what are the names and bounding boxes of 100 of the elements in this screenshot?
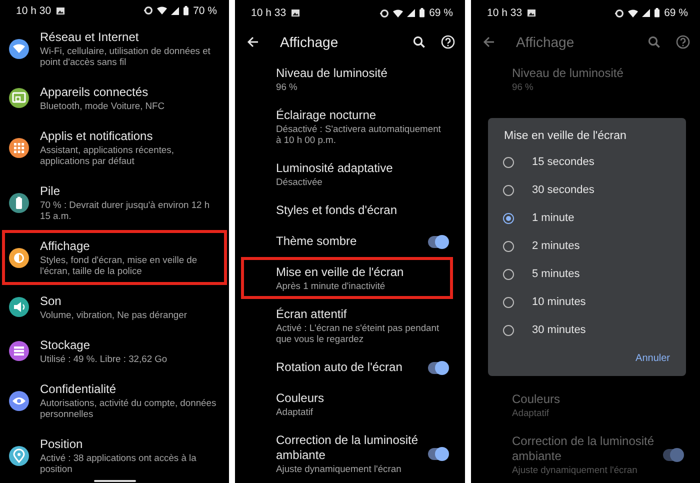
settings-item[interactable]: Couleurs Adaptatif <box>477 384 688 426</box>
item-title: Correction de la luminosité ambiante <box>512 434 655 464</box>
item-subtitle: Activé : 38 applications ont accès à la position <box>40 452 198 474</box>
battery-icon <box>419 8 426 18</box>
settings-item[interactable]: Applis et notifications Assistant, applications récentes, applications par défaut <box>2 120 227 175</box>
settings-item[interactable]: Affichage Styles, fond d'écran, mise en veille de l'écran, taille de la police <box>2 230 227 285</box>
battery-icon <box>183 6 190 16</box>
data-saver-icon <box>615 8 624 18</box>
item-title: Styles et fonds d'écran <box>276 203 398 218</box>
status-time: 10 h 30 <box>16 4 52 16</box>
settings-item[interactable]: Styles et fonds d'écran <box>241 195 453 226</box>
option-label[interactable]: 30 minutes <box>532 324 586 336</box>
radio-button[interactable] <box>503 296 514 308</box>
toggle-switch[interactable] <box>428 448 448 460</box>
screen-title: Affichage <box>516 34 576 50</box>
item-title: Mise en veille de l'écran <box>276 265 405 280</box>
signal-icon <box>407 9 416 17</box>
option-label[interactable]: 30 secondes <box>532 184 594 196</box>
image-icon <box>527 9 536 17</box>
option-label[interactable]: 2 minutes <box>532 240 580 252</box>
radio-button[interactable] <box>503 268 514 280</box>
settings-item[interactable]: Son Volume, vibration, Ne pas déranger <box>2 285 227 329</box>
wifi-icon <box>628 8 638 18</box>
settings-item[interactable]: Luminosité adaptative Désactivée <box>241 153 453 195</box>
option-label[interactable]: 15 secondes <box>532 156 594 168</box>
settings-item[interactable]: Appareils connectés Bluetooth, mode Voiture, NFC <box>2 76 227 120</box>
toggle-switch[interactable] <box>428 362 448 374</box>
item-title: Position <box>40 437 84 452</box>
settings-item[interactable]: Niveau de luminosité 96 % <box>241 58 453 100</box>
battery-percent: 69 % <box>429 7 453 19</box>
item-subtitle: Désactivé : S'activera automatiquement à 10 h 00 p.m. <box>276 123 442 145</box>
item-subtitle: Assistant, applications récentes, applications par défaut <box>40 144 175 166</box>
item-subtitle: Utilisé : 49 %. Libre : 32,62 Go <box>40 353 168 364</box>
battery-icon <box>654 8 660 18</box>
item-title: Affichage <box>40 239 91 254</box>
item-title: Applis et notifications <box>40 129 154 144</box>
item-subtitle: Adaptatif <box>276 406 314 417</box>
search-icon[interactable] <box>411 34 427 50</box>
data-saver-icon <box>380 8 390 18</box>
settings-item[interactable]: Position Activé : 38 applications ont accès à la position <box>2 428 227 483</box>
item-subtitle: Wi-Fi, cellulaire, utilisation de données et point d'accès sans fil <box>40 45 212 67</box>
signal-icon <box>642 9 650 17</box>
radio-button[interactable] <box>503 324 514 336</box>
settings-item[interactable]: Couleurs Adaptatif <box>241 383 453 425</box>
settings-item[interactable]: Rotation auto de l'écran <box>241 352 453 383</box>
data-saver-icon <box>144 6 154 15</box>
settings-item[interactable]: Thème sombre <box>241 226 453 257</box>
item-title: Appareils connectés <box>40 85 150 100</box>
item-title: Éclairage nocturne <box>276 108 378 123</box>
battery-percent: 70 % <box>193 4 217 16</box>
option-label[interactable]: 10 minutes <box>532 296 586 308</box>
item-title: Écran attentif <box>276 307 348 322</box>
option-label[interactable]: 1 minute <box>532 212 574 224</box>
item-subtitle: Ajuste dynamiquement l'écran <box>512 464 638 475</box>
toggle-switch[interactable] <box>663 448 683 460</box>
item-subtitle: Après 1 minute d'inactivité <box>276 280 386 291</box>
item-subtitle: Ajuste dynamiquement l'écran <box>276 463 402 474</box>
signal-icon <box>171 6 180 14</box>
item-subtitle: Autorisations, activité du compte, données personnelles <box>40 397 218 419</box>
settings-item[interactable]: Confidentialité Autorisations, activité du compte, données personnelles <box>2 373 227 428</box>
settings-item[interactable]: Réseau et Internet Wi-Fi, cellulaire, utilisation de données et point d'accès sans fil <box>2 21 227 76</box>
settings-item[interactable]: Pile 70 % : Devrait durer jusqu'à environ 12 h 15 a.m. <box>2 175 227 230</box>
item-title: Confidentialité <box>40 382 118 397</box>
image-icon <box>291 9 300 17</box>
radio-button[interactable] <box>503 240 514 252</box>
cancel-button[interactable]: Annuler <box>634 349 672 368</box>
dialog-title: Mise en veille de l'écran <box>504 130 626 142</box>
back-arrow-icon[interactable] <box>245 34 261 50</box>
option-label[interactable]: 5 minutes <box>532 268 580 280</box>
item-title: Thème sombre <box>276 234 358 249</box>
radio-button[interactable] <box>503 156 514 168</box>
radio-button[interactable] <box>503 184 514 196</box>
item-subtitle: 96 % <box>276 81 298 92</box>
settings-item[interactable]: Écran attentif Activé : L'écran ne s'éteint pas pendant que vous le regardez <box>241 299 453 352</box>
item-title: Stockage <box>40 338 92 353</box>
item-title: Niveau de luminosité <box>512 66 624 81</box>
battery-percent: 69 % <box>664 7 688 19</box>
status-time: 10 h 33 <box>251 7 286 19</box>
radio-button[interactable] <box>503 212 514 224</box>
item-subtitle: Styles, fond d'écran, mise en veille de l'écran, taille de la police <box>40 254 198 276</box>
settings-item[interactable]: Éclairage nocturne Désactivé : S'activera automatiquement à 10 h 00 p.m. <box>241 100 453 153</box>
settings-item[interactable]: Stockage Utilisé : 49 %. Libre : 32,62 Go <box>2 329 227 373</box>
item-subtitle: 70 % : Devrait durer jusqu'à environ 12 h 15 a.m. <box>40 199 211 221</box>
item-title: Rotation auto de l'écran <box>276 360 404 375</box>
item-subtitle: Désactivée <box>276 176 324 187</box>
settings-item[interactable]: Mise en veille de l'écran Après 1 minute d'inactivité <box>241 257 453 299</box>
item-subtitle: Adaptatif <box>512 407 550 418</box>
item-title: Couleurs <box>512 392 562 407</box>
item-title: Luminosité adaptative <box>276 161 394 176</box>
screen-title: Affichage <box>280 34 340 50</box>
settings-item[interactable]: Niveau de luminosité 96 % <box>477 58 688 100</box>
item-title: Couleurs <box>276 391 326 406</box>
image-icon <box>56 6 66 14</box>
settings-item[interactable]: Correction de la luminosité ambiante Ajuste dynamiquement l'écran <box>477 426 688 483</box>
item-title: Pile <box>40 184 62 199</box>
help-icon[interactable] <box>439 33 457 51</box>
settings-item[interactable]: Correction de la luminosité ambiante Ajuste dynamiquement l'écran <box>241 425 453 482</box>
wifi-icon <box>157 6 168 15</box>
item-subtitle: 96 % <box>512 81 534 92</box>
toggle-switch[interactable] <box>428 236 448 248</box>
